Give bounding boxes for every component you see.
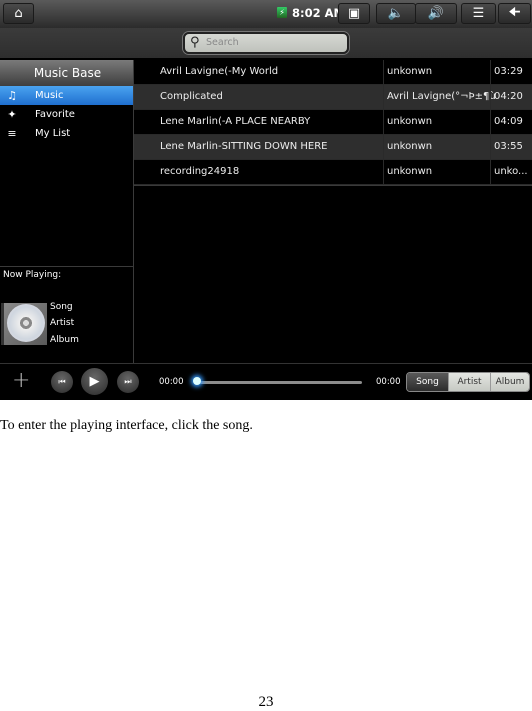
song-list: Avril Lavigne(-My World unkonwn 03:29 Co… bbox=[134, 60, 532, 185]
next-icon: ⏭ bbox=[124, 377, 132, 386]
caption: To enter the playing interface, click th… bbox=[0, 418, 253, 433]
cd-icon bbox=[7, 304, 45, 342]
divider bbox=[0, 266, 133, 267]
stars-icon: ✦ bbox=[7, 108, 17, 121]
tab-song[interactable]: Song bbox=[407, 373, 448, 391]
now-playing-artist: Artist bbox=[50, 318, 75, 328]
sidebar-item-label: My List bbox=[35, 128, 71, 139]
search-placeholder: Search bbox=[206, 37, 239, 48]
view-tabs: Song Artist Album bbox=[406, 372, 530, 392]
song-row[interactable]: Avril Lavigne(-My World unkonwn 03:29 bbox=[134, 60, 532, 85]
tab-album[interactable]: Album bbox=[490, 373, 529, 391]
next-button[interactable]: ⏭ bbox=[117, 371, 139, 393]
total-time: 00:00 bbox=[376, 377, 401, 387]
sidebar-title: Music Base bbox=[0, 60, 133, 86]
menu-button[interactable]: ☰ bbox=[461, 3, 496, 24]
sidebar-item-label: Music bbox=[35, 90, 64, 101]
add-button[interactable]: + bbox=[12, 369, 30, 393]
song-artist: unkonwn bbox=[383, 110, 495, 134]
song-duration: 04:09 bbox=[490, 110, 532, 134]
playlist-icon: ≡ bbox=[7, 127, 17, 140]
player-controls: + ⏮ ▶ ⏭ 00:00 00:00 Song Artist Album bbox=[0, 363, 532, 400]
progress-knob[interactable] bbox=[193, 377, 201, 385]
song-duration: 04:20 bbox=[490, 85, 532, 109]
song-title: Avril Lavigne(-My World bbox=[160, 66, 279, 77]
song-artist: unkonwn bbox=[383, 135, 495, 159]
home-icon: ⌂ bbox=[14, 6, 23, 21]
song-title: Complicated bbox=[160, 91, 223, 102]
tab-artist[interactable]: Artist bbox=[448, 373, 490, 391]
volume-up-button[interactable]: 🔊 bbox=[415, 3, 457, 24]
song-row[interactable]: Lene Marlin(-A PLACE NEARBY unkonwn 04:0… bbox=[134, 110, 532, 135]
song-row[interactable]: Lene Marlin-SITTING DOWN HERE unkonwn 03… bbox=[134, 135, 532, 160]
plus-icon: + bbox=[12, 368, 31, 393]
volume-down-icon: 🔈 bbox=[387, 6, 405, 21]
now-playing-song: Song bbox=[50, 302, 73, 312]
album-art[interactable] bbox=[1, 303, 47, 345]
song-artist: Avril Lavigne(°¬Þ±¶ù) bbox=[383, 85, 495, 109]
sidebar-item-label: Favorite bbox=[35, 109, 75, 120]
back-arrow-icon: 🠈 bbox=[508, 4, 521, 20]
now-playing-label: Now Playing: bbox=[3, 270, 62, 280]
sidebar-item-music[interactable]: ♫ Music bbox=[0, 86, 133, 105]
song-title: Lene Marlin(-A PLACE NEARBY bbox=[160, 116, 311, 127]
song-artist: unkonwn bbox=[383, 60, 495, 84]
battery-icon: ⚡ bbox=[277, 7, 287, 18]
previous-button[interactable]: ⏮ bbox=[51, 371, 73, 393]
play-button[interactable]: ▶ bbox=[81, 368, 108, 395]
device-screenshot: ⌂ ⚡ 8:02 AM ▣ 🔈 🔊 ☰ 🠈 ⚲ Search Music Bas… bbox=[0, 0, 532, 400]
play-icon: ▶ bbox=[89, 374, 100, 389]
page-number: 23 bbox=[258, 694, 274, 710]
song-duration: unko... bbox=[490, 160, 532, 184]
status-bar: ⌂ ⚡ 8:02 AM ▣ 🔈 🔊 ☰ 🠈 bbox=[0, 0, 532, 28]
song-row[interactable]: Complicated Avril Lavigne(°¬Þ±¶ù) 04:20 bbox=[134, 85, 532, 110]
volume-down-button[interactable]: 🔈 bbox=[376, 3, 416, 24]
song-duration: 03:29 bbox=[490, 60, 532, 84]
sidebar-item-favorite[interactable]: ✦ Favorite bbox=[0, 105, 133, 124]
screenshot-button[interactable]: ▣ bbox=[338, 3, 370, 24]
music-note-icon: ♫ bbox=[7, 89, 17, 102]
divider bbox=[134, 185, 532, 186]
current-time: 00:00 bbox=[159, 377, 184, 387]
search-icon: ⚲ bbox=[190, 35, 200, 50]
song-title: Lene Marlin-SITTING DOWN HERE bbox=[160, 141, 328, 152]
sidebar-item-my-list[interactable]: ≡ My List bbox=[0, 124, 133, 143]
song-artist: unkonwn bbox=[383, 160, 495, 184]
home-button[interactable]: ⌂ bbox=[3, 3, 34, 24]
sidebar: Music Base ♫ Music ✦ Favorite ≡ My List … bbox=[0, 60, 134, 363]
menu-icon: ☰ bbox=[472, 6, 485, 21]
search-input[interactable]: ⚲ Search bbox=[183, 32, 349, 54]
song-title: recording24918 bbox=[160, 166, 240, 177]
progress-slider[interactable] bbox=[198, 381, 362, 384]
song-row[interactable]: recording24918 unkonwn unko... bbox=[134, 160, 532, 185]
previous-icon: ⏮ bbox=[58, 377, 66, 386]
camera-icon: ▣ bbox=[347, 6, 361, 21]
back-button[interactable]: 🠈 bbox=[498, 3, 531, 24]
now-playing-album: Album bbox=[50, 335, 79, 345]
volume-up-icon: 🔊 bbox=[427, 6, 445, 21]
song-duration: 03:55 bbox=[490, 135, 532, 159]
clock: 8:02 AM bbox=[292, 6, 345, 20]
